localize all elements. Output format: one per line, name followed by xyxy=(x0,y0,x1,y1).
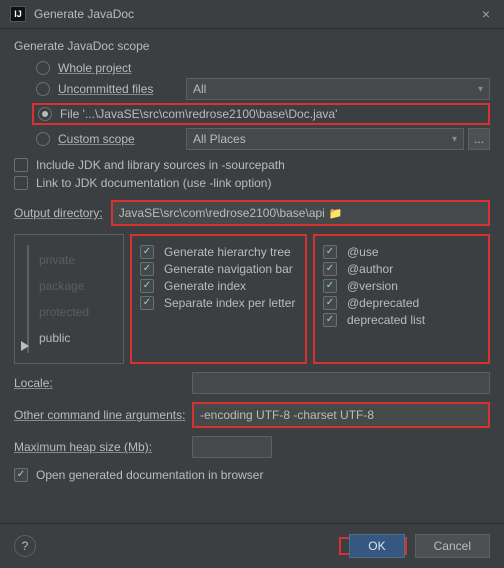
label-deprecated-list: deprecated list xyxy=(347,313,425,327)
radio-file[interactable] xyxy=(38,107,52,121)
check-hierarchy[interactable] xyxy=(140,245,154,259)
custom-scope-browse[interactable]: ... xyxy=(468,128,490,150)
label-args: Other command line arguments: xyxy=(14,408,192,422)
heap-input[interactable] xyxy=(192,436,272,458)
label-file: File '...\JavaSE\src\com\redrose2100\bas… xyxy=(60,107,337,121)
label-deprecated: @deprecated xyxy=(347,296,419,310)
dialog-footer: ? OK Cancel xyxy=(0,523,504,568)
label-include-jdk: Include JDK and library sources in -sour… xyxy=(36,158,285,172)
generate-options: Generate hierarchy tree Generate navigat… xyxy=(130,234,307,364)
check-include-jdk[interactable] xyxy=(14,158,28,172)
check-separate-index[interactable] xyxy=(140,296,154,310)
check-author[interactable] xyxy=(323,262,337,276)
check-index[interactable] xyxy=(140,279,154,293)
check-navbar[interactable] xyxy=(140,262,154,276)
label-uncommitted: Uncommitted files xyxy=(58,82,153,96)
output-dir-value: JavaSE\src\com\redrose2100\base\api xyxy=(119,206,325,220)
label-link-jdk: Link to JDK documentation (use -link opt… xyxy=(36,176,271,190)
label-separate-index: Separate index per letter xyxy=(164,296,295,310)
check-version[interactable] xyxy=(323,279,337,293)
vis-protected: protected xyxy=(39,305,115,319)
label-use: @use xyxy=(347,245,379,259)
label-custom-scope: Custom scope xyxy=(58,132,135,146)
help-button[interactable]: ? xyxy=(14,535,36,557)
args-input[interactable]: -encoding UTF-8 -charset UTF-8 xyxy=(194,404,488,426)
radio-whole-project[interactable] xyxy=(36,61,50,75)
dialog-content: Generate JavaDoc scope Whole project Unc… xyxy=(0,29,504,496)
radio-uncommitted[interactable] xyxy=(36,82,50,96)
label-output-dir: Output directory: xyxy=(14,206,103,220)
dialog-title: Generate JavaDoc xyxy=(34,7,478,21)
output-dir-input[interactable]: JavaSE\src\com\redrose2100\base\api 📁 xyxy=(113,202,488,224)
label-author: @author xyxy=(347,262,393,276)
cancel-button[interactable]: Cancel xyxy=(415,534,490,558)
label-index: Generate index xyxy=(164,279,246,293)
slider-track xyxy=(27,245,29,353)
radio-custom-scope[interactable] xyxy=(36,132,50,146)
visibility-slider[interactable]: private package protected public xyxy=(14,234,124,364)
slider-thumb[interactable] xyxy=(21,341,29,351)
folder-icon[interactable]: 📁 xyxy=(329,207,343,220)
check-open-browser[interactable] xyxy=(14,468,28,482)
vis-package: package xyxy=(39,279,115,293)
ok-button[interactable]: OK xyxy=(349,534,404,558)
check-deprecated-list[interactable] xyxy=(323,313,337,327)
label-open-browser: Open generated documentation in browser xyxy=(36,468,263,482)
tag-options: @use @author @version @deprecated deprec… xyxy=(313,234,490,364)
label-heap: Maximum heap size (Mb): xyxy=(14,440,192,454)
label-hierarchy: Generate hierarchy tree xyxy=(164,245,291,259)
custom-scope-select[interactable]: All Places xyxy=(186,128,464,150)
vis-private: private xyxy=(39,253,115,267)
locale-input[interactable] xyxy=(192,372,490,394)
label-whole-project: Whole project xyxy=(58,61,131,75)
check-link-jdk[interactable] xyxy=(14,176,28,190)
intellij-icon: IJ xyxy=(10,6,26,22)
close-icon[interactable]: × xyxy=(478,6,494,22)
scope-heading: Generate JavaDoc scope xyxy=(14,39,490,53)
check-use[interactable] xyxy=(323,245,337,259)
label-version: @version xyxy=(347,279,398,293)
uncommitted-select[interactable]: All xyxy=(186,78,490,100)
label-navbar: Generate navigation bar xyxy=(164,262,293,276)
check-deprecated[interactable] xyxy=(323,296,337,310)
vis-public: public xyxy=(39,331,115,345)
label-locale: Locale: xyxy=(14,376,192,390)
titlebar: IJ Generate JavaDoc × xyxy=(0,0,504,29)
